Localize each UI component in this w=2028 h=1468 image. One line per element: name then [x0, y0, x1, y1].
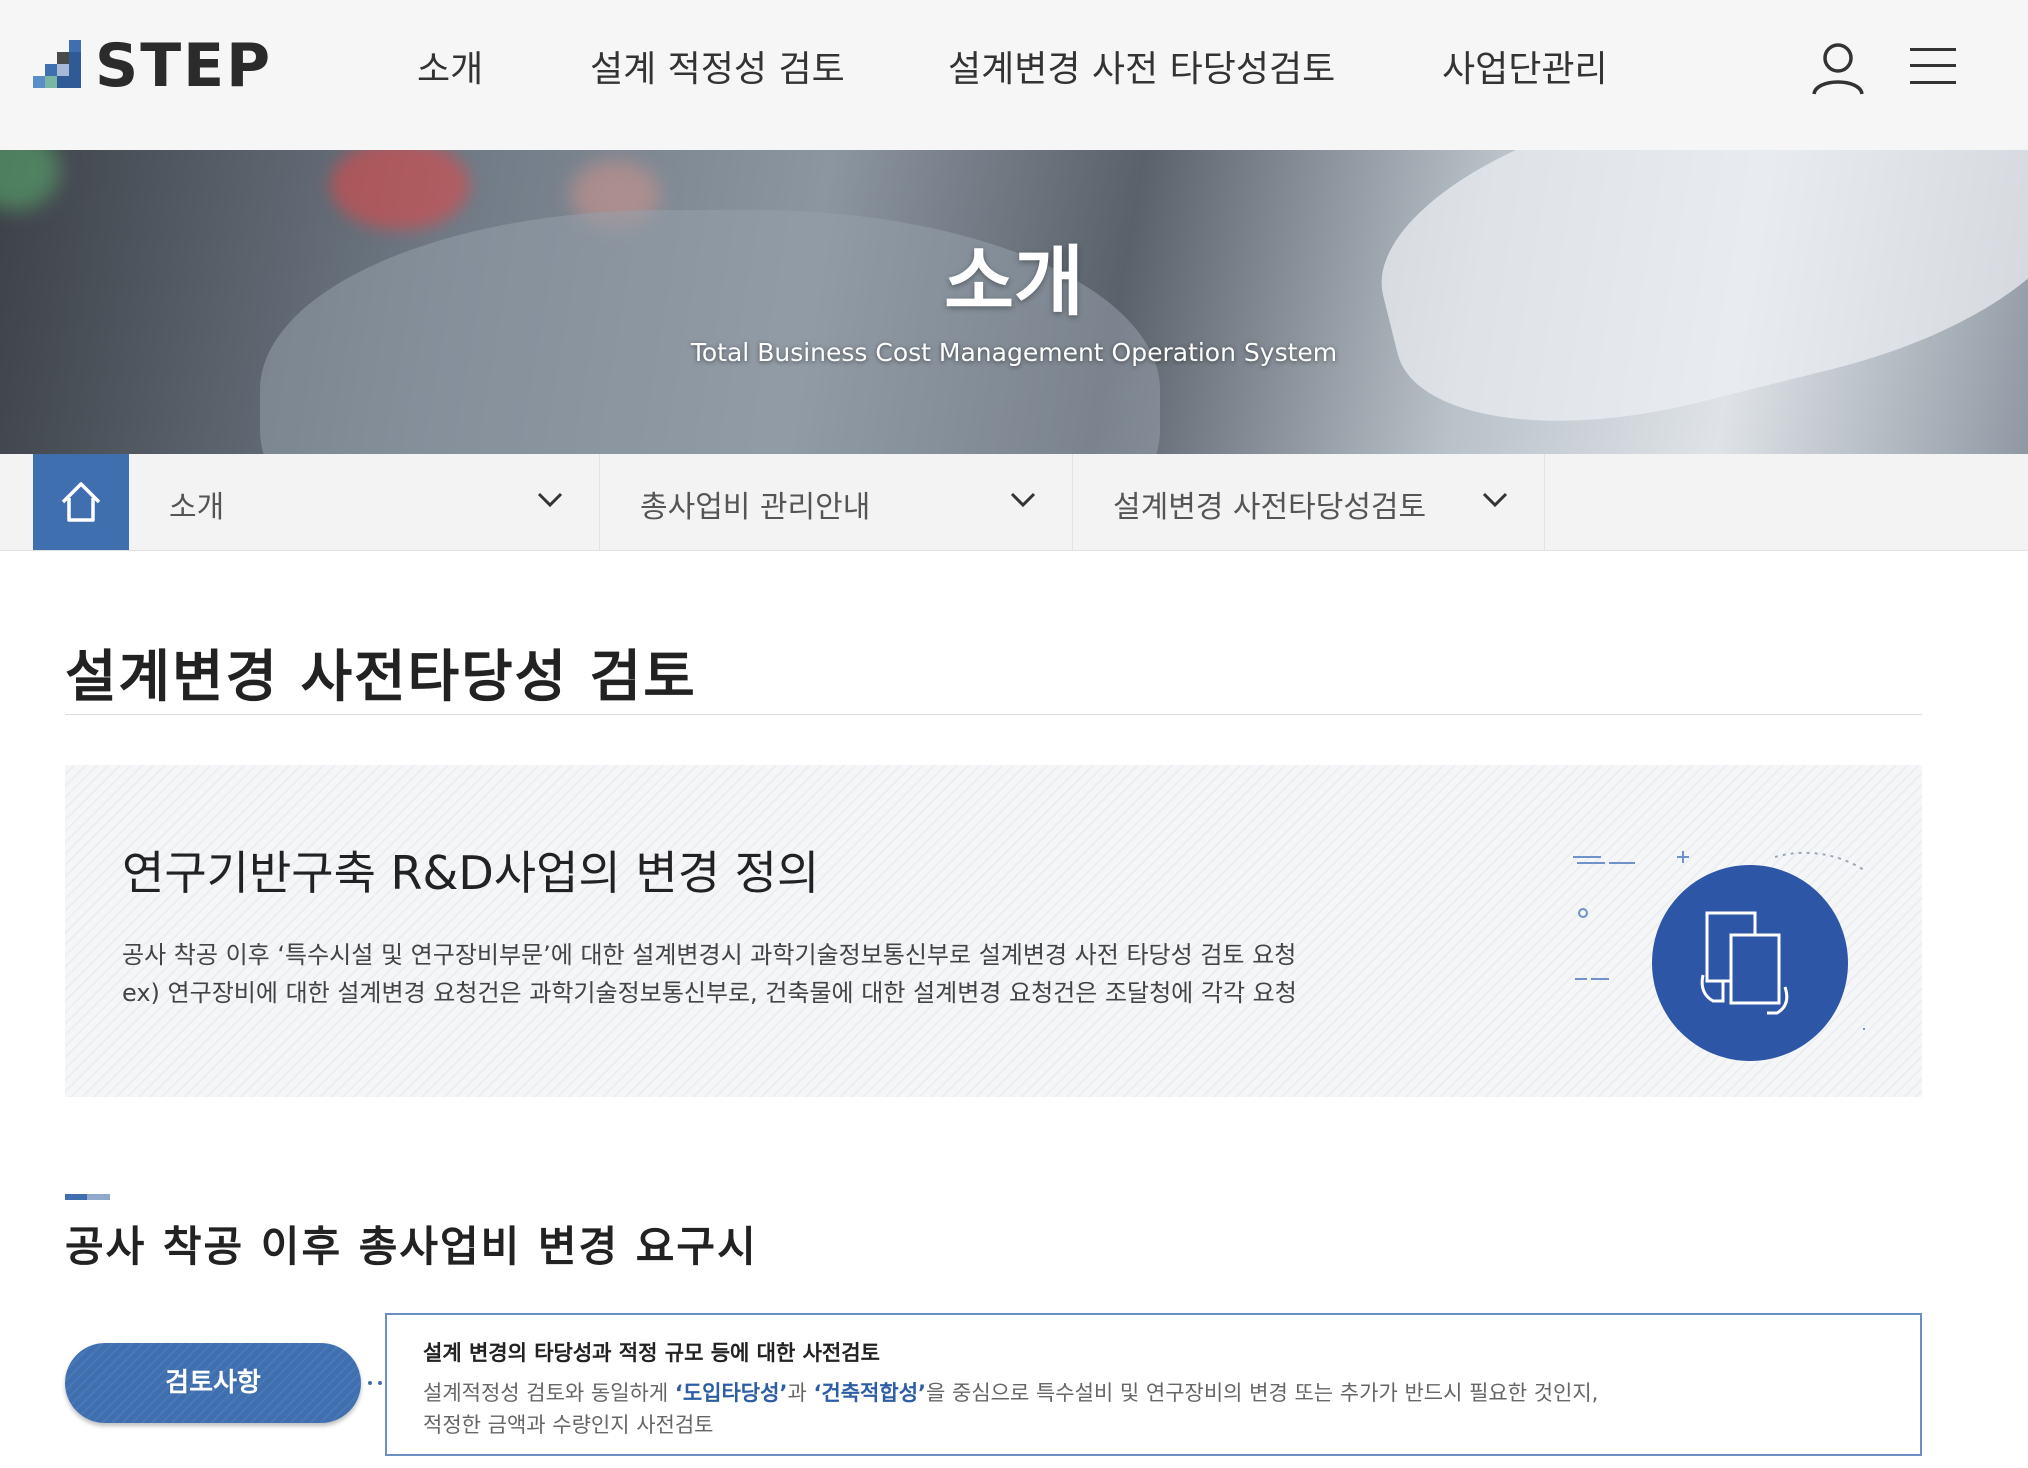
location-label: 소개	[169, 490, 225, 525]
hero-bokeh-light	[0, 150, 60, 210]
chevron-down-icon	[1010, 492, 1036, 508]
hero-subtitle: Total Business Cost Management Operation…	[690, 338, 1338, 367]
hero-banner: 소개 Total Business Cost Management Operat…	[0, 150, 2028, 454]
nav-item-design-review[interactable]: 설계 적정성 검토	[590, 40, 845, 92]
user-icon[interactable]	[1808, 40, 1868, 96]
page-title: 설계변경 사전타당성 검토	[65, 645, 697, 710]
review-text-line: 적정한 금액과 수량인지 사전검토	[423, 1413, 714, 1437]
section-accent-bar	[65, 1194, 110, 1200]
home-icon[interactable]	[33, 454, 129, 550]
review-label: 검토사항	[165, 1368, 261, 1398]
location-label: 총사업비 관리안내	[640, 490, 871, 525]
review-text-line: 설계적정성 검토와 동일하게 ‘도입타당성’과 ‘건축적합성’을 중심으로 특수…	[423, 1381, 1599, 1405]
nav-item-intro[interactable]: 소개	[417, 40, 483, 92]
highlight-keyword: ‘건축적합성’	[813, 1381, 926, 1405]
nav-item-change-review[interactable]: 설계변경 사전 타당성검토	[948, 40, 1335, 92]
hero-bokeh-light	[330, 150, 470, 230]
chevron-down-icon	[1482, 492, 1508, 508]
definition-text: 공사 착공 이후 ‘특수시설 및 연구장비부문’에 대한 설계변경시 과학기술정…	[122, 941, 1297, 969]
document-review-illustration-icon	[1573, 851, 1865, 1061]
highlight-keyword: ‘도입타당성’	[674, 1381, 788, 1405]
section-title: 공사 착공 이후 총사업비 변경 요구시	[65, 1222, 758, 1271]
chevron-down-icon	[537, 492, 563, 508]
site-header: STEP 소개 설계 적정성 검토 설계변경 사전 타당성검토 사업단관리	[0, 0, 2028, 150]
nav-item-project-management[interactable]: 사업단관리	[1442, 40, 1608, 92]
hero-title: 소개	[944, 237, 1084, 326]
location-dropdown-depth1[interactable]: 소개	[129, 454, 600, 550]
definition-box: 연구기반구축 R&D사업의 변경 정의 공사 착공 이후 ‘특수시설 및 연구장…	[65, 765, 1922, 1097]
location-dropdown-depth3[interactable]: 설계변경 사전타당성검토	[1073, 454, 1545, 550]
hamburger-menu-icon[interactable]	[1910, 46, 1956, 86]
title-divider	[65, 714, 1922, 715]
location-label: 설계변경 사전타당성검토	[1113, 490, 1427, 525]
location-dropdown-depth2[interactable]: 총사업비 관리안내	[600, 454, 1073, 550]
review-heading: 설계 변경의 타당성과 적정 규모 등에 대한 사전검토	[423, 1341, 880, 1365]
definition-title: 연구기반구축 R&D사업의 변경 정의	[122, 846, 820, 900]
review-label-badge: 검토사항	[65, 1343, 361, 1423]
location-bar: 소개 총사업비 관리안내 설계변경 사전타당성검토	[0, 454, 2028, 551]
review-content-box: 설계 변경의 타당성과 적정 규모 등에 대한 사전검토 설계적정성 검토와 동…	[385, 1313, 1922, 1456]
logo-mark-icon	[33, 38, 83, 94]
step-logo[interactable]: STEP	[33, 31, 272, 101]
definition-example: ex) 연구장비에 대한 설계변경 요청건은 과학기술정보통신부로, 건축물에 …	[122, 979, 1297, 1007]
logo-text: STEP	[95, 31, 273, 101]
